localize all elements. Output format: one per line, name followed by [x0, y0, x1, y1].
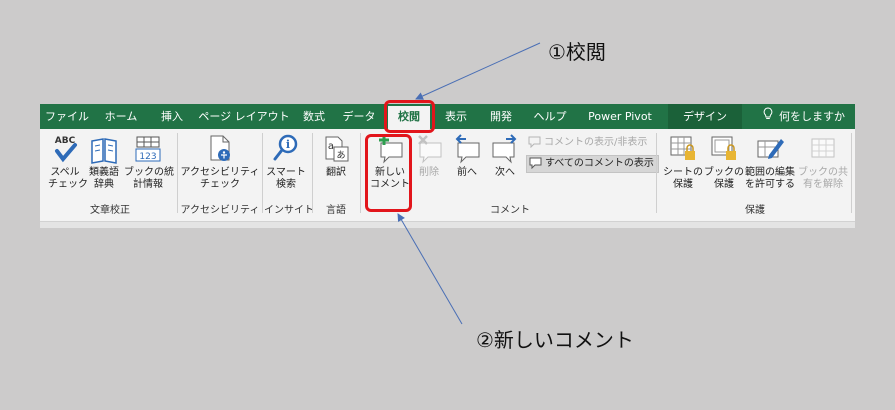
tell-me-label: 何をしますか — [779, 110, 845, 123]
allow-edit-ranges-label-1: 範囲の編集 — [745, 167, 795, 178]
tab-home[interactable]: ホーム — [96, 104, 146, 129]
lightbulb-icon — [763, 104, 773, 129]
translate-icon: a あ — [325, 136, 349, 162]
tab-developer[interactable]: 開発 — [482, 104, 520, 129]
tab-power-pivot[interactable]: Power Pivot — [580, 104, 660, 129]
tell-me-search[interactable]: 何をしますか — [752, 104, 855, 129]
accessibility-check-button[interactable]: アクセシビリティ チェック — [180, 133, 260, 191]
annotation-step1: ①校閲 — [548, 40, 606, 64]
svg-text:123: 123 — [139, 152, 156, 162]
translate-label: 翻訳 — [326, 167, 346, 178]
svg-text:a: a — [328, 141, 334, 152]
statistics-icon: 123 — [135, 136, 161, 162]
next-comment-label: 次へ — [495, 167, 515, 178]
protect-sheet-label-2: 保護 — [673, 179, 693, 190]
show-all-comments-label: すべてのコメントの表示 — [545, 158, 654, 169]
group-label-protect: 保護 — [745, 205, 765, 216]
delete-comment-button[interactable]: 削除 — [412, 133, 446, 179]
thesaurus-label-2: 辞典 — [94, 179, 114, 190]
allow-edit-ranges-label-2: を許可する — [745, 179, 795, 190]
group-separator — [177, 133, 178, 213]
group-separator — [851, 133, 852, 213]
accessibility-icon — [210, 135, 230, 161]
arrow-to-review-tab — [415, 42, 541, 100]
protect-workbook-label-1: ブックの — [704, 167, 744, 178]
new-comment-button[interactable]: 新しい コメント — [368, 133, 412, 191]
protect-workbook-icon — [711, 136, 736, 160]
spell-check-label-2: チェック — [48, 179, 88, 190]
group-label-comments: コメント — [490, 205, 530, 216]
tab-help[interactable]: ヘルプ — [526, 104, 574, 129]
group-separator — [262, 133, 263, 213]
next-comment-icon — [492, 134, 517, 164]
group-separator — [312, 133, 313, 213]
translate-button[interactable]: a あ 翻訳 — [318, 133, 354, 179]
new-comment-label-1: 新しい — [375, 167, 405, 178]
protect-workbook-label-2: 保護 — [714, 179, 734, 190]
group-separator — [656, 133, 657, 213]
svg-text:i: i — [286, 138, 290, 151]
allow-edit-ranges-button[interactable]: 範囲の編集 を許可する — [744, 133, 796, 191]
smart-lookup-button[interactable]: i スマート 検索 — [264, 133, 308, 191]
new-comment-label-2: コメント — [370, 179, 410, 190]
spell-check-button[interactable]: ABC スペル チェック — [48, 133, 88, 191]
tab-insert[interactable]: 挿入 — [152, 104, 192, 129]
thesaurus-button[interactable]: 類義語 辞典 — [86, 133, 122, 191]
protect-sheet-label-1: シートの — [663, 167, 703, 178]
group-label-accessibility: アクセシビリティ — [180, 205, 260, 216]
unshare-workbook-icon — [811, 138, 835, 158]
tab-page-layout[interactable]: ページ レイアウト — [198, 104, 290, 129]
new-comment-icon — [379, 135, 403, 164]
magnifier-icon: i — [273, 134, 298, 161]
next-comment-button[interactable]: 次へ — [488, 133, 522, 179]
edit-ranges-icon — [757, 139, 784, 159]
comment-toggle-icon — [528, 136, 541, 149]
protect-sheet-button[interactable]: シートの 保護 — [662, 133, 704, 191]
spell-check-label-1: スペル — [50, 167, 80, 178]
thesaurus-label-1: 類義語 — [89, 167, 119, 178]
delete-comment-label: 削除 — [419, 167, 439, 178]
ribbon-review-panel: ABC スペル チェック 類義語 辞典 123 ブックの統 計情報 文章校正 ア… — [40, 129, 855, 221]
tab-view[interactable]: 表示 — [438, 104, 474, 129]
tab-data[interactable]: データ — [338, 104, 380, 129]
spell-check-icon: ABC — [55, 136, 77, 163]
show-hide-comment-button[interactable]: コメントの表示/非表示 — [526, 135, 651, 151]
smart-lookup-label-1: スマート — [266, 167, 306, 178]
tab-file[interactable]: ファイル — [44, 104, 90, 129]
smart-lookup-label-2: 検索 — [276, 179, 296, 190]
previous-comment-icon — [455, 134, 480, 164]
group-label-insights: インサイト — [264, 205, 314, 216]
workbook-statistics-button[interactable]: 123 ブックの統 計情報 — [124, 133, 174, 191]
previous-comment-label: 前へ — [457, 167, 477, 178]
protect-sheet-icon — [670, 136, 695, 160]
show-hide-comment-label: コメントの表示/非表示 — [544, 137, 648, 148]
book-icon — [91, 138, 117, 164]
arrow-to-new-comment — [397, 213, 463, 325]
accessibility-label-2: チェック — [200, 179, 240, 190]
tab-formulas[interactable]: 数式 — [296, 104, 332, 129]
group-label-proofing: 文章校正 — [90, 205, 130, 216]
tab-review[interactable]: 校閲 — [388, 106, 430, 130]
previous-comment-button[interactable]: 前へ — [450, 133, 484, 179]
tab-design[interactable]: デザイン — [668, 104, 742, 129]
comments-icon — [529, 157, 542, 170]
delete-comment-icon — [418, 135, 442, 164]
statistics-label-1: ブックの統 — [124, 167, 174, 178]
accessibility-label-1: アクセシビリティ — [180, 167, 260, 178]
excel-ribbon: ファイル ホーム 挿入 ページ レイアウト 数式 データ 校閲 表示 開発 ヘル… — [40, 104, 855, 228]
group-label-language: 言語 — [326, 205, 346, 216]
unshare-workbook-label-1: ブックの共 — [798, 167, 848, 178]
svg-text:ABC: ABC — [55, 136, 76, 146]
annotation-step2: ②新しいコメント — [476, 328, 634, 352]
ribbon-tab-bar: ファイル ホーム 挿入 ページ レイアウト 数式 データ 校閲 表示 開発 ヘル… — [40, 104, 855, 130]
unshare-workbook-label-2: 有を解除 — [803, 179, 843, 190]
svg-text:あ: あ — [336, 150, 345, 161]
formula-bar-strip — [40, 221, 855, 228]
protect-workbook-button[interactable]: ブックの 保護 — [704, 133, 744, 191]
show-all-comments-button[interactable]: すべてのコメントの表示 — [526, 155, 659, 173]
unshare-workbook-button[interactable]: ブックの共 有を解除 — [798, 133, 848, 191]
group-separator — [360, 133, 361, 213]
statistics-label-2: 計情報 — [133, 179, 163, 190]
